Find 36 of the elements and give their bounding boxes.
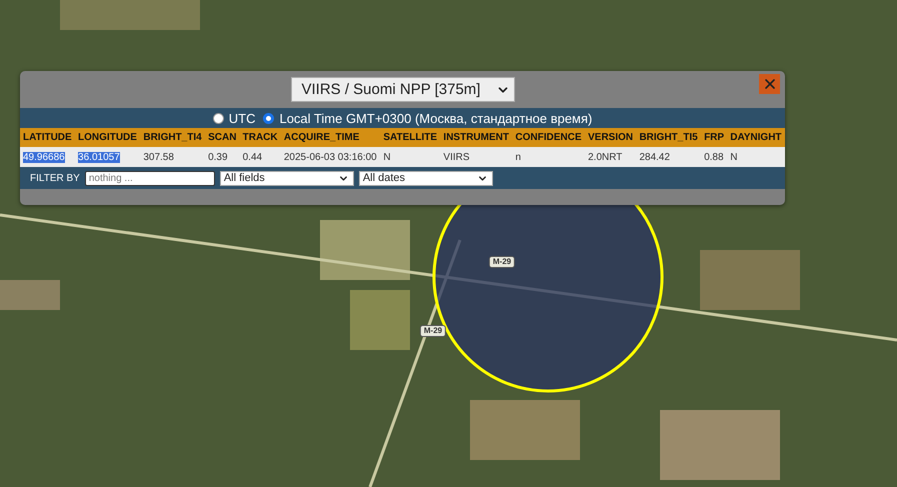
column-header: BRIGHT_TI4 [140, 128, 206, 147]
table-cell: 0.44 [242, 152, 262, 162]
column-header: DAYNIGHT [727, 128, 785, 147]
column-header: LATITUDE [20, 128, 76, 147]
table-cell: 284.42 [639, 152, 670, 162]
column-header: CONFIDENCE [512, 128, 585, 147]
close-button[interactable] [759, 74, 780, 94]
column-header: SCAN [205, 128, 240, 147]
filter-label: FILTER BY [30, 172, 80, 184]
road-label: M-29 [420, 325, 446, 337]
column-header: INSTRUMENT [440, 128, 512, 147]
column-header: TRACK [240, 128, 281, 147]
column-header: BRIGHT_TI5 [636, 128, 702, 147]
field-select[interactable]: All fields [220, 170, 354, 186]
column-header: FRP [701, 128, 728, 147]
filter-input[interactable]: nothing ... [84, 170, 215, 186]
time-mode-radio[interactable]: UTC [212, 110, 256, 126]
table-cell: 49.96686 [23, 152, 65, 162]
table-cell: VIIRS [443, 152, 470, 162]
table-cell: 307.58 [143, 152, 174, 162]
column-header: ACQUIRE_TIME [280, 128, 380, 147]
source-select[interactable]: VIIRS / Suomi NPP [375m] [290, 77, 514, 102]
table-cell: 36.01057 [78, 152, 120, 162]
table-cell: n [515, 152, 521, 162]
table-cell: N [383, 152, 391, 162]
table-cell: N [730, 152, 738, 162]
table-cell: 0.39 [208, 152, 228, 162]
table-cell: 2.0NRT [588, 152, 622, 162]
column-header: SATELLITE [380, 128, 440, 147]
table-cell: 0.88 [704, 152, 724, 162]
column-header: VERSION [585, 128, 636, 147]
table-cell: 2025-06-03 03:16:00 [284, 152, 377, 162]
column-header: LONGITUDE [75, 128, 140, 147]
road-label: M-29 [488, 256, 516, 268]
time-mode-radio[interactable]: Local Time GMT+0300 (Москва, стандартное время) [263, 110, 592, 126]
date-select[interactable]: All dates [358, 170, 493, 186]
